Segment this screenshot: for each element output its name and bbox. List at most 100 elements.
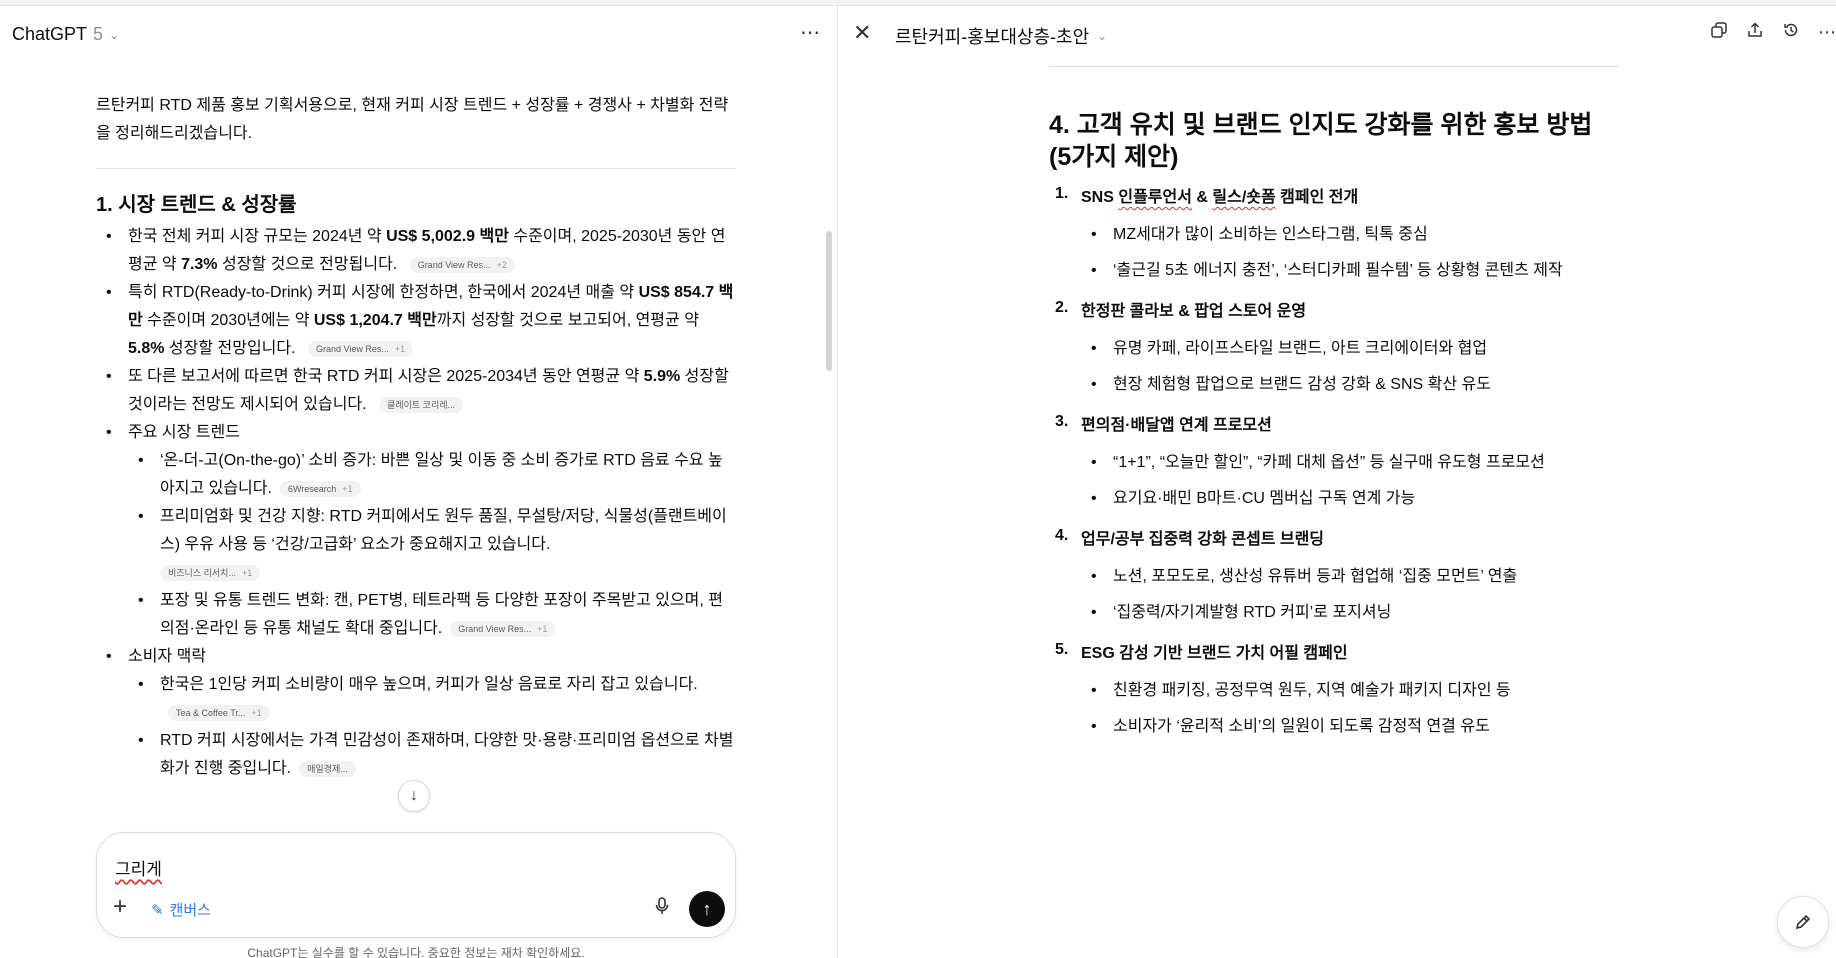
proposal-title: 한정판 콜라보 & 팝업 스토어 운영 [1081, 303, 1307, 320]
sub-list-item: RTD 커피 시장에서는 가격 민감성이 존재하며, 다양한 맛·용량·프리미엄… [128, 727, 736, 783]
list-item: 소비자 맥락 한국은 1인당 커피 소비량이 매우 높으며, 커피가 일상 음료… [96, 643, 736, 783]
assistant-message: 르탄커피 RTD 제품 홍보 기획서용으로, 현재 커피 시장 트렌드 + 성장… [96, 92, 736, 783]
citation-label: Grand View Res... [458, 624, 532, 634]
sub-list-item: 요기요·배민 B마트·CU 멤버십 구독 연계 가능 [1081, 481, 1619, 517]
proposal-list: 1. SNS 인플루언서 & 릴스/숏폼 캠페인 전개 MZ세대가 많이 소비하… [1049, 185, 1619, 745]
more-icon[interactable]: ⋯ [1818, 22, 1836, 43]
citation-count: +1 [342, 484, 353, 494]
text: 또 다른 보고서에 따르면 한국 RTD 커피 시장은 2025-2034년 동… [128, 368, 644, 385]
document-heading: 4. 고객 유치 및 브랜드 인지도 강화를 위한 홍보 방법 (5가지 제안) [1049, 111, 1593, 171]
citation-count: +1 [394, 344, 406, 354]
canvas-toolbar: ⋯ [1710, 22, 1836, 43]
bullet-list: 한국 전체 커피 시장 규모는 2024년 약 US$ 5,002.9 백만 수… [96, 223, 736, 783]
canvas-document[interactable]: 4. 고객 유치 및 브랜드 인지도 강화를 위한 홍보 방법 (5가지 제안)… [1049, 66, 1619, 755]
text: ‘온-더-고(On-the-go)’ 소비 증가: 바쁜 일상 및 이동 중 소… [160, 452, 723, 497]
citation-chip[interactable]: 매일경제... [299, 761, 356, 777]
citation-label: 클레이트 코리레... [387, 400, 456, 410]
bold-text: 5.8% [128, 340, 165, 357]
item-number: 3. [1055, 413, 1069, 430]
plus-icon[interactable]: + [113, 895, 127, 919]
proposal-item: 2. 한정판 콜라보 & 팝업 스토어 운영 유명 카페, 라이프스타일 브랜드… [1049, 299, 1619, 403]
proposal-item: 1. SNS 인플루언서 & 릴스/숏폼 캠페인 전개 MZ세대가 많이 소비하… [1049, 185, 1619, 289]
citation-chip[interactable]: Tea & Coffee Tr... +1 [168, 705, 270, 721]
sub-list-item: 소비자가 ‘윤리적 소비’의 일원이 되도록 감정적 연결 유도 [1081, 709, 1619, 745]
citation-chip[interactable]: 6Wresearch +1 [279, 481, 361, 497]
text: 프리미엄화 및 건강 지향: RTD 커피에서도 원두 품질, 무설탕/저당, … [160, 508, 727, 553]
text: & [1191, 189, 1213, 206]
sub-list: 유명 카페, 라이프스타일 브랜드, 아트 크리에이터와 협업 현장 체험형 팝… [1081, 331, 1619, 403]
text: 포장 및 유통 트렌드 변화: 캔, PET병, 테트라팩 등 다양한 포장이 … [160, 592, 724, 637]
list-item: 또 다른 보고서에 따르면 한국 RTD 커피 시장은 2025-2034년 동… [96, 363, 736, 419]
proposal-title: SNS 인플루언서 & 릴스/숏폼 캠페인 전개 [1081, 185, 1619, 211]
model-name-label: ChatGPT [12, 24, 88, 44]
arrow-down-icon[interactable]: ↓ [398, 780, 430, 812]
sub-list-item: ‘집중력/자기계발형 RTD 커피’로 포지셔닝 [1081, 595, 1619, 631]
composer-input[interactable]: 그리게 [115, 855, 162, 880]
chat-header: ChatGPT 5 ⌄ ⋯ [0, 6, 838, 58]
sub-list: MZ세대가 많이 소비하는 인스타그램, 틱톡 중심 ‘출근길 5초 에너지 충… [1081, 217, 1619, 289]
citation-chip[interactable]: Grand View Res... +1 [450, 621, 556, 637]
text: 캠페인 전개 [1275, 189, 1359, 206]
canvas-icon: ✎ [151, 901, 164, 919]
citation-chip[interactable]: Grand View Res... +1 [308, 341, 414, 357]
proposal-item: 4. 업무/공부 집중력 강화 콘셉트 브랜딩 노션, 포모도로, 생산성 유튜… [1049, 527, 1619, 631]
sub-list: 노션, 포모도로, 생산성 유튜버 등과 협업해 ‘집중 모먼트’ 연출 ‘집중… [1081, 559, 1619, 631]
citation-chip[interactable]: 클레이트 코리레... [379, 397, 464, 413]
sub-list-item: ‘출근길 5초 에너지 충전’, ‘스터디카페 필수템’ 등 상황형 콘텐츠 제… [1081, 253, 1619, 289]
bold-text: US$ 1,204.7 백만 [313, 312, 437, 329]
list-item: 주요 시장 트렌드 ‘온-더-고(On-the-go)’ 소비 증가: 바쁜 일… [96, 419, 736, 643]
text: SNS [1081, 189, 1119, 206]
more-icon[interactable]: ⋯ [800, 20, 821, 45]
proposal-title: ESG 감성 기반 브랜드 가치 어필 캠페인 [1081, 645, 1348, 662]
proposal-item: 3. 편의점·배달앱 연계 프로모션 “1+1”, “오늘만 할인”, “카페 … [1049, 413, 1619, 517]
sub-list: 친환경 패키징, 공정무역 원두, 지역 예술가 패키지 디자인 등 소비자가 … [1081, 673, 1619, 745]
citation-chip[interactable]: 비즈니스 리서치... +1 [160, 565, 261, 581]
edit-icon[interactable] [1777, 896, 1829, 948]
send-icon[interactable]: ↑ [689, 891, 725, 927]
sub-list-item: 현장 체험형 팝업으로 브랜드 감성 강화 & SNS 확산 유도 [1081, 367, 1619, 403]
canvas-pane: ✕ 르탄커피-홍보대상층-초안 ⌄ ⋯ 4. 고객 유치 및 브랜드 인지도 강… [839, 6, 1836, 958]
canvas-button[interactable]: ✎ 캔버스 [151, 899, 211, 920]
citation-chip[interactable]: Grand View Res... +2 [409, 257, 515, 273]
canvas-label: 캔버스 [169, 902, 211, 919]
item-number: 5. [1055, 641, 1069, 658]
document-title-selector[interactable]: 르탄커피-홍보대상층-초안 ⌄ [895, 23, 1107, 49]
text: 수준이며 2030년에는 약 [142, 312, 314, 329]
text: 성장할 것으로 전망됩니다. [217, 256, 398, 273]
message-composer[interactable]: 그리게 + ✎ 캔버스 ↑ [96, 832, 736, 938]
text: 인플루언서 [1118, 189, 1192, 206]
item-number: 4. [1055, 527, 1069, 544]
bold-text: 7.3% [181, 256, 218, 273]
sub-list: 한국은 1인당 커피 소비량이 매우 높으며, 커피가 일상 음료로 자리 잡고… [128, 671, 736, 783]
proposal-title: 업무/공부 집중력 강화 콘셉트 브랜딩 [1081, 531, 1325, 548]
copy-icon[interactable] [1710, 22, 1728, 43]
citation-count: +2 [496, 260, 507, 270]
citation-label: 매일경제... [307, 764, 348, 774]
text: 한국은 1인당 커피 소비량이 매우 높으며, 커피가 일상 음료로 자리 잡고… [160, 676, 698, 693]
bold-text: US$ 5,002.9 백만 [386, 228, 509, 245]
document-title: 르탄커피-홍보대상층-초안 [895, 27, 1090, 47]
close-icon[interactable]: ✕ [853, 20, 871, 46]
proposal-title: 편의점·배달앱 연계 프로모션 [1081, 417, 1272, 434]
disclaimer-text: ChatGPT는 실수를 할 수 있습니다. 중요한 정보는 재차 확인하세요. [247, 946, 585, 958]
sub-list-item: ‘온-더-고(On-the-go)’ 소비 증가: 바쁜 일상 및 이동 중 소… [128, 447, 736, 503]
list-item: 특히 RTD(Ready-to-Drink) 커피 시장에 한정하면, 한국에서… [96, 279, 736, 363]
proposal-item: 5. ESG 감성 기반 브랜드 가치 어필 캠페인 친환경 패키징, 공정무역… [1049, 641, 1619, 745]
history-icon[interactable] [1782, 22, 1800, 43]
sub-list-item: 한국은 1인당 커피 소비량이 매우 높으며, 커피가 일상 음료로 자리 잡고… [128, 671, 736, 727]
citation-label: Tea & Coffee Tr... [176, 708, 246, 718]
share-icon[interactable] [1746, 22, 1764, 43]
citation-label: Grand View Res... [417, 260, 491, 270]
citation-label: Grand View Res... [316, 344, 389, 354]
sub-list: ‘온-더-고(On-the-go)’ 소비 증가: 바쁜 일상 및 이동 중 소… [128, 447, 736, 643]
citation-count: +1 [251, 708, 262, 718]
mic-icon[interactable] [655, 897, 669, 920]
citation-count: +1 [537, 624, 548, 634]
sub-list-item: “1+1”, “오늘만 할인”, “카페 대체 옵션” 등 실구매 유도형 프로… [1081, 445, 1619, 481]
model-selector[interactable]: ChatGPT 5 ⌄ [12, 24, 119, 45]
text: 한국 전체 커피 시장 규모는 2024년 약 [128, 228, 387, 245]
citation-count: +1 [241, 568, 253, 578]
divider [96, 168, 736, 169]
chat-scrollbar[interactable] [826, 231, 832, 371]
bold-text: 5.9% [643, 368, 681, 385]
